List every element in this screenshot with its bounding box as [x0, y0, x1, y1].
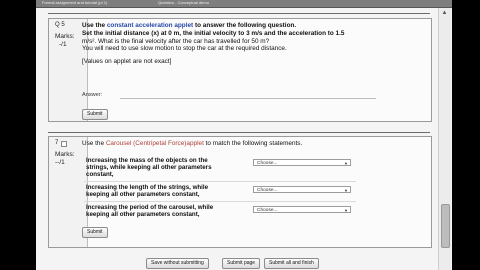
answer-label: Answer:	[82, 92, 103, 98]
q5-submit-button[interactable]: Submit	[82, 109, 108, 120]
scroll-thumb[interactable]	[441, 204, 450, 248]
tab-strip: Formal assignment and tutorial (pt 1) Qu…	[36, 0, 452, 8]
divider-mid	[48, 132, 430, 133]
marks-value: -/1	[59, 41, 67, 48]
submit-all-and-finish-button[interactable]: Submit all and finish	[264, 258, 319, 269]
statement-1: Increasing the mass of the objects on th…	[86, 157, 212, 178]
divider-top	[48, 13, 430, 14]
scroll-up-icon[interactable]: ▲	[441, 10, 448, 17]
question-number: Q 5	[55, 22, 65, 28]
q7-intro: Use the Carousel (Centripetal Force)appl…	[82, 140, 303, 147]
statement-2-select[interactable]: Choose... ▼	[253, 186, 351, 193]
tab-question[interactable]: Question - Conceptual demo	[158, 0, 268, 6]
q7-submit-button[interactable]: Submit	[82, 227, 108, 238]
q5-line-1: Use the constant acceleration applet to …	[82, 22, 297, 29]
question-number: 7	[55, 140, 59, 146]
statement-3: Increasing the period of the carousel, w…	[86, 204, 214, 218]
constant-acceleration-applet-link[interactable]: constant acceleration applet	[107, 22, 193, 29]
q5-line-2: Set the initial distance (x) at 0 m, the…	[82, 30, 345, 37]
marks-label: Marks:	[55, 151, 75, 158]
browser-frame: Formal assignment and tutorial (pt 1) Qu…	[36, 0, 452, 270]
carousel-applet-link[interactable]: Carousel (Centripetal Force)applet	[106, 140, 204, 147]
statement-2: Increasing the length of the strings, wh…	[86, 184, 209, 198]
chevron-down-icon: ▼	[344, 161, 348, 166]
marks-label: Marks:	[55, 33, 75, 40]
q5-note: [Values on applet are not exact]	[82, 58, 172, 65]
chevron-down-icon: ▼	[344, 188, 348, 193]
row-separator	[84, 201, 356, 202]
q5-line-4: You will need to use slow motion to stop…	[82, 45, 287, 52]
save-without-submitting-button[interactable]: Save without submitting	[146, 258, 209, 269]
statement-3-select[interactable]: Choose... ▼	[253, 206, 351, 213]
marks-value: --/1	[55, 159, 65, 166]
right-black-bar	[452, 0, 480, 270]
q5-line-3: m/s². What is the final velocity after t…	[82, 38, 270, 45]
submit-page-button[interactable]: Submit page	[222, 258, 261, 269]
statement-1-select[interactable]: Choose... ▼	[253, 159, 351, 166]
chevron-down-icon: ▼	[344, 208, 348, 213]
row-separator	[84, 181, 356, 182]
left-black-bar	[0, 0, 36, 270]
vertical-scrollbar[interactable]: ▲	[438, 8, 451, 270]
tab-assignment[interactable]: Formal assignment and tutorial (pt 1)	[42, 0, 152, 6]
answer-input[interactable]	[120, 98, 376, 99]
flag-icon[interactable]	[61, 141, 67, 147]
